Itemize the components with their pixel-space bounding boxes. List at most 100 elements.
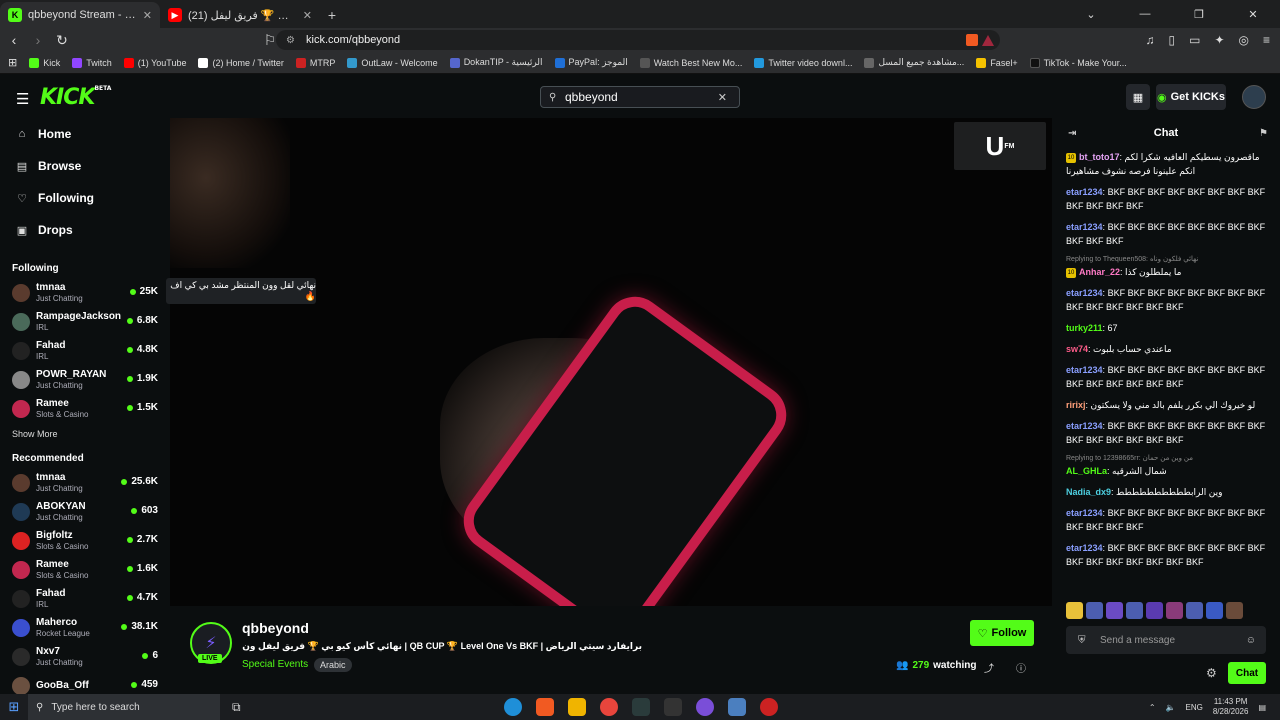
following-channel[interactable]: tmnaa Just Chatting 25K [0, 278, 170, 307]
chat-input[interactable]: ⛨ Send a message ☺ [1066, 626, 1266, 654]
chat-users-icon[interactable]: ⚑ [1259, 128, 1268, 139]
edge-icon[interactable] [504, 698, 522, 716]
collapse-chat-icon[interactable]: ⇥ [1068, 128, 1076, 139]
apps-grid-icon[interactable]: ⊞ [8, 56, 17, 69]
bookmark-item[interactable]: Kick [29, 57, 60, 68]
new-tab-button[interactable]: + [320, 2, 344, 28]
clock[interactable]: 11:43 PM 8/28/2026 [1213, 697, 1249, 717]
tab-list-icon[interactable]: ⌄ [1064, 0, 1118, 28]
stream-tag[interactable]: Arabic [314, 658, 352, 672]
follow-button[interactable]: ♡ Follow [970, 620, 1034, 646]
following-channel[interactable]: Fahad IRL 4.8K [0, 336, 170, 365]
chat-username[interactable]: bt_toto17 [1079, 152, 1120, 162]
chat-username[interactable]: Anhar_22 [1079, 267, 1120, 277]
close-tab-icon[interactable]: ✕ [143, 9, 152, 22]
app-icon[interactable] [760, 698, 778, 716]
send-chat-button[interactable]: Chat [1228, 662, 1266, 684]
chat-username[interactable]: etar1234 [1066, 543, 1103, 553]
back-icon[interactable]: ‹ [4, 32, 24, 48]
app-icon[interactable] [728, 698, 746, 716]
windows-start-icon[interactable]: ⊞ [0, 699, 28, 715]
nav-home[interactable]: ⌂ Home [0, 118, 170, 150]
bookmark-item[interactable]: Watch Best New Mo... [639, 57, 742, 68]
stream-category[interactable]: Special Events [242, 659, 308, 670]
forward-icon[interactable]: › [28, 32, 48, 48]
minimize-icon[interactable]: — [1118, 0, 1172, 28]
bookmark-item[interactable]: مشاهدة جميع المسل... [864, 57, 964, 68]
show-more-link[interactable]: Show More [0, 423, 170, 445]
bookmark-item[interactable]: DokanTIP - الرئيسية [449, 57, 543, 68]
chat-username[interactable]: etar1234 [1066, 421, 1103, 431]
leo-icon[interactable]: ✦ [1214, 33, 1224, 47]
recommended-channel[interactable]: Maherco Rocket League 38.1K [0, 613, 170, 642]
recommended-channel[interactable]: tmnaa Just Chatting 25.6K [0, 468, 170, 497]
bookmark-item[interactable]: Twitch [72, 57, 112, 68]
nav-following[interactable]: ♡ Following [0, 182, 170, 214]
nav-drops[interactable]: ▣ Drops [0, 214, 170, 246]
reload-icon[interactable]: ↻ [52, 32, 72, 49]
recommended-channel[interactable]: Fahad IRL 4.7K [0, 584, 170, 613]
video-player[interactable]: U FM [170, 118, 1052, 606]
reply-context[interactable]: Replying to 12398665rr: من وين من حمان [1066, 454, 1268, 464]
following-channel[interactable]: POWR_RAYAN Just Chatting 1.9K [0, 365, 170, 394]
sidebar-icon[interactable]: ▯ [1168, 33, 1175, 47]
emote-icon[interactable] [1206, 602, 1223, 619]
file-explorer-icon[interactable] [568, 698, 586, 716]
site-info-icon[interactable]: ⚙ [286, 35, 295, 46]
share-icon[interactable]: ⤴ [984, 660, 994, 675]
brave-rewards-icon[interactable] [982, 34, 994, 46]
chat-username[interactable]: etar1234 [1066, 288, 1103, 298]
emote-icon[interactable] [1146, 602, 1163, 619]
info-icon[interactable]: ⓘ [1016, 660, 1026, 675]
volume-icon[interactable]: 🔈 [1166, 703, 1176, 712]
clear-search-icon[interactable]: ✕ [718, 91, 727, 104]
maximize-icon[interactable]: ❐ [1172, 0, 1226, 28]
brave-shield-icon[interactable] [966, 34, 978, 46]
emote-icon[interactable] [1066, 602, 1083, 619]
chevron-up-icon[interactable]: ⌃ [1149, 703, 1156, 712]
chrome-icon[interactable] [600, 698, 618, 716]
following-channel[interactable]: RampageJackson IRL 6.8K [0, 307, 170, 336]
close-tab-icon[interactable]: ✕ [303, 9, 312, 22]
chat-username[interactable]: Nadia_dx9 [1066, 487, 1111, 497]
chat-username[interactable]: sw74 [1066, 344, 1088, 354]
get-kicks-button[interactable]: ◉ Get KICKs [1156, 84, 1226, 110]
tab-kick[interactable]: K qbbeyond Stream - Watch Li... ✕ [0, 2, 160, 28]
recommended-channel[interactable]: Bigfoltz Slots & Casino 2.7K [0, 526, 170, 555]
emote-icon[interactable] [1186, 602, 1203, 619]
nav-browse[interactable]: ▤ Browse [0, 150, 170, 182]
bookmark-item[interactable]: PayPal: الموجز [554, 57, 628, 68]
reply-context[interactable]: Replying to Thequeen508: نهائي فلكون ونا… [1066, 255, 1268, 265]
kick-logo[interactable]: KICKBETA [40, 85, 111, 110]
user-avatar[interactable] [1242, 85, 1266, 109]
chat-username[interactable]: etar1234 [1066, 187, 1103, 197]
chat-username[interactable]: etar1234 [1066, 365, 1103, 375]
bookmark-item[interactable]: MTRP [295, 57, 335, 68]
emote-icon[interactable] [1086, 602, 1103, 619]
following-channel[interactable]: Ramee Slots & Casino 1.5K [0, 394, 170, 423]
chat-username[interactable]: AL_GHLa [1066, 466, 1107, 476]
chat-username[interactable]: turky211 [1066, 323, 1103, 333]
recommended-channel[interactable]: Nxv7 Just Chatting 6 [0, 642, 170, 671]
app-icon[interactable] [632, 698, 650, 716]
bookmark-item[interactable]: Fasel+ [976, 57, 1018, 68]
close-window-icon[interactable]: ✕ [1226, 0, 1280, 28]
emote-icon[interactable] [1106, 602, 1123, 619]
wallet-icon[interactable]: ▭ [1189, 33, 1200, 47]
nzxt-icon[interactable] [664, 698, 682, 716]
bookmark-item[interactable]: TikTok - Make Your... [1029, 57, 1127, 68]
url-field[interactable]: ⚙ kick.com/qbbeyond [276, 30, 1000, 50]
emote-icon[interactable] [1166, 602, 1183, 619]
chat-username[interactable]: etar1234 [1066, 222, 1103, 232]
taskbar-search[interactable]: ⚲ Type here to search [28, 694, 220, 720]
bookmark-item[interactable]: Twitter video downl... [754, 57, 852, 68]
bookmark-item[interactable]: (2) Home / Twitter [198, 57, 284, 68]
chat-username[interactable]: ririxj [1066, 400, 1086, 410]
bookmark-item[interactable]: OutLaw - Welcome [347, 57, 438, 68]
chat-settings-icon[interactable]: ⚙ [1206, 666, 1217, 680]
task-view-icon[interactable]: ⧉ [232, 700, 241, 715]
emote-icon[interactable] [1226, 602, 1243, 619]
vpn-icon[interactable]: ◎ [1239, 33, 1249, 47]
recommended-channel[interactable]: ABOKYAN Just Chatting 603 [0, 497, 170, 526]
app-icon[interactable] [696, 698, 714, 716]
